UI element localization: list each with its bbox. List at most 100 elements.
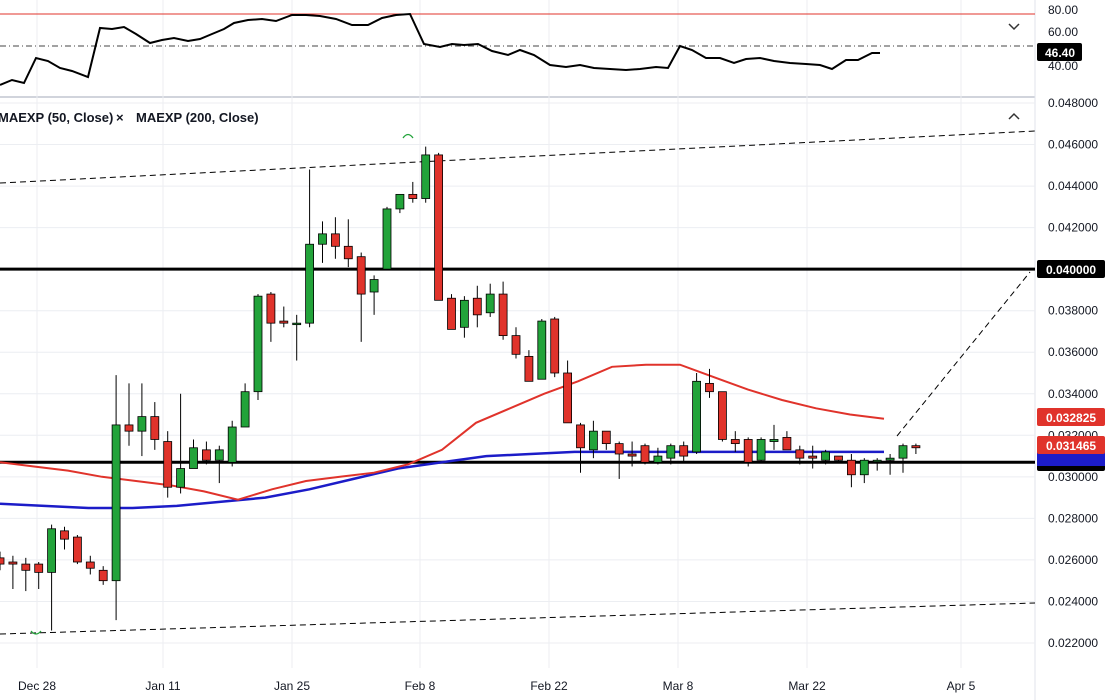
- candle-body: [240, 391, 250, 428]
- candle-body: [756, 439, 766, 461]
- candle-body: [834, 455, 843, 461]
- candle-body: [614, 443, 624, 455]
- candle-body: [692, 380, 701, 453]
- high-marker: [402, 133, 414, 139]
- candle-body: [60, 530, 69, 540]
- candle-body: [305, 243, 315, 324]
- candle-body: [408, 193, 418, 199]
- price-chart[interactable]: 80.00 60.00 40.00 46.40 MAEXP (50, Close…: [0, 0, 1105, 700]
- candle-body: [292, 322, 302, 326]
- time-tick-label: Feb 22: [530, 679, 568, 693]
- candle-body: [189, 447, 198, 469]
- candle-body: [163, 441, 173, 488]
- price-tick-label: 0.038000: [1048, 304, 1098, 318]
- time-tick-label: Dec 28: [18, 679, 56, 693]
- candle-body: [640, 445, 650, 463]
- candle-body: [421, 154, 431, 199]
- candle-body: [769, 439, 779, 442]
- candle-body: [124, 424, 134, 432]
- candle-body: [47, 528, 56, 573]
- candle-body: [459, 299, 469, 328]
- candle-body: [550, 318, 560, 374]
- candle-body: [847, 459, 856, 476]
- price-axis[interactable]: 0.048000 0.046000 0.044000 0.042000 0.040000…: [1048, 96, 1098, 650]
- candle-body: [859, 459, 869, 476]
- price-tick-label: 0.030000: [1048, 470, 1098, 484]
- candle-body: [318, 233, 327, 245]
- candle-body: [447, 297, 456, 330]
- candle-body: [730, 439, 740, 445]
- candle-body: [330, 233, 340, 247]
- level-tag-label: 0.040000: [1046, 263, 1096, 277]
- candle-body: [201, 449, 211, 461]
- candle-body: [279, 320, 289, 324]
- price-tick-label: 0.026000: [1048, 553, 1098, 567]
- candle-body: [382, 208, 392, 270]
- price-tick-label: 0.024000: [1048, 594, 1098, 608]
- rsi-tick: 60.00: [1048, 25, 1078, 39]
- chevron-up-icon[interactable]: [1008, 112, 1020, 120]
- candle-body: [872, 459, 882, 463]
- ma50-tag-label: 0.032825: [1046, 411, 1096, 425]
- candle-body: [563, 372, 572, 424]
- candle-body: [137, 416, 147, 432]
- candle-body: [705, 382, 714, 393]
- candle-body: [821, 451, 830, 461]
- candle-body: [808, 455, 818, 459]
- price-tick-label: 0.048000: [1048, 96, 1098, 110]
- ma200-tag-label: 0.031465: [1046, 439, 1096, 453]
- candle-body: [85, 561, 95, 569]
- price-tick-label: 0.046000: [1048, 138, 1098, 152]
- candle-body: [0, 557, 5, 565]
- time-axis[interactable]: Dec 28 Jan 11 Jan 25 Feb 8 Feb 22 Mar 8 Mar 22…: [18, 679, 976, 693]
- price-tick-label: 0.022000: [1048, 636, 1098, 650]
- candle-body: [601, 430, 611, 445]
- rsi-line: [0, 12, 880, 86]
- candle-body: [485, 293, 495, 314]
- ma200-legend[interactable]: MAEXP (200, Close): [136, 110, 259, 125]
- price-tick-label: 0.042000: [1048, 221, 1098, 235]
- candle-body: [253, 295, 263, 393]
- candle-body: [8, 561, 18, 565]
- candle-body: [395, 193, 405, 210]
- candle-body: [679, 445, 689, 457]
- candle-body: [498, 293, 508, 337]
- time-tick-label: Jan 25: [274, 679, 310, 693]
- candle-body: [511, 335, 521, 355]
- candle-body: [343, 245, 353, 260]
- rsi-pane: 80.00 60.00 40.00 46.40: [0, 3, 1082, 86]
- candle-body: [227, 426, 237, 463]
- candle-body: [537, 320, 547, 380]
- ma50-legend[interactable]: MAEXP (50, Close): [0, 110, 113, 125]
- channel-upper-line[interactable]: [0, 130, 1036, 184]
- ma50-line: [0, 363, 885, 501]
- grid: [0, 0, 1035, 668]
- price-tick-label: 0.028000: [1048, 511, 1098, 525]
- candle-body: [369, 279, 379, 293]
- candle-body: [111, 424, 121, 582]
- candle-body: [885, 457, 895, 461]
- candle-body: [743, 439, 753, 463]
- time-tick-label: Jan 11: [145, 679, 180, 693]
- close-icon[interactable]: ×: [116, 110, 124, 125]
- candle-body: [718, 391, 727, 440]
- candles: [0, 146, 921, 631]
- candle-body: [627, 453, 637, 457]
- candle-body: [795, 449, 805, 459]
- time-tick-label: Mar 8: [663, 679, 694, 693]
- candle-body: [911, 445, 921, 449]
- candle-body: [524, 355, 534, 382]
- projection-line[interactable]: [896, 271, 1031, 437]
- candle-body: [472, 297, 482, 316]
- candle-body: [589, 430, 598, 451]
- candle-body: [434, 154, 444, 301]
- rsi-tick: 40.00: [1048, 59, 1078, 73]
- rsi-tick: 80.00: [1048, 3, 1078, 17]
- channel-lower-line[interactable]: [0, 602, 1036, 635]
- candle-body: [266, 293, 276, 324]
- price-tick-label: 0.034000: [1048, 387, 1098, 401]
- chevron-down-icon[interactable]: [1008, 23, 1020, 31]
- price-tick-label: 0.044000: [1048, 179, 1098, 193]
- candle-body: [150, 416, 160, 440]
- candle-body: [898, 445, 908, 459]
